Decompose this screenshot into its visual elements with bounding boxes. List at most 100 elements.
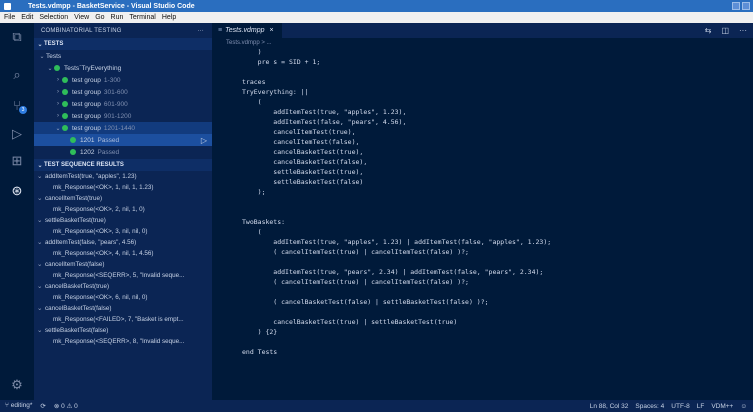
result-response: mk_Response(<SEQERR>, 5, "Invalid seque.… xyxy=(53,272,185,279)
search-icon[interactable]: ⌕ xyxy=(8,67,26,83)
results-list: ⌄ addItemTest(true, "apples", 1.23) mk_Re… xyxy=(34,171,212,347)
result-call[interactable]: ⌄ cancelItemTest(true) xyxy=(34,193,212,204)
code-line: addItemTest(true, "pears", 2.34) | addIt… xyxy=(242,268,544,276)
result-response: mk_Response(<OK>, 6, nil, nil, 0) xyxy=(53,294,148,301)
tree-item-test-group[interactable]: ⌄ test group 1201-1440 xyxy=(34,122,212,134)
code-line: traces xyxy=(242,78,266,86)
menu-bar: File Edit Selection View Go Run Terminal… xyxy=(0,12,753,23)
tree-item-trace[interactable]: ⌄ Tests`TryEverything xyxy=(34,62,212,74)
extensions-icon[interactable]: ⊞ xyxy=(8,153,26,169)
menu-go[interactable]: Go xyxy=(95,14,104,21)
tree-item-test-group[interactable]: › test group 901-1200 xyxy=(34,110,212,122)
tree-item-test-case[interactable]: 1201 Passed ▷ xyxy=(34,134,212,146)
results-section-header[interactable]: ⌄ TEST SEQUENCE RESULTS xyxy=(34,159,212,171)
code-line: ( cancelBasketTest(false) | settleBasket… xyxy=(242,298,489,306)
restore-button[interactable] xyxy=(742,2,750,10)
code-line: cancelBasketTest(false), xyxy=(242,158,368,166)
tree-item-test-case[interactable]: 1202 Passed xyxy=(34,146,212,158)
split-editor-icon[interactable]: ◫ xyxy=(721,26,729,35)
status-bar: ⑂ editing* ⟳ ⊗ 0 ⚠ 0 Ln 88, Col 32 Space… xyxy=(0,400,753,412)
end-of-line[interactable]: LF xyxy=(697,403,705,410)
chevron-down-icon: ⌄ xyxy=(37,162,43,169)
feedback-icon[interactable]: ☺ xyxy=(740,403,747,410)
tests-section-header[interactable]: ⌄ TESTS xyxy=(34,38,212,50)
chevron-right-icon: › xyxy=(57,89,59,95)
code-line: end Tests xyxy=(242,348,278,356)
run-debug-icon[interactable]: ▷ xyxy=(8,126,26,142)
menu-help[interactable]: Help xyxy=(162,14,176,21)
code-line: addItemTest(true, "apples", 1.23) | addI… xyxy=(242,238,552,246)
menu-file[interactable]: File xyxy=(4,14,15,21)
result-call[interactable]: ⌄ settleBasketTest(true) xyxy=(34,215,212,226)
run-test-icon[interactable]: ▷ xyxy=(201,136,207,145)
chevron-down-icon: ⌄ xyxy=(47,65,53,72)
language-mode[interactable]: VDM++ xyxy=(711,403,733,410)
code-line: settleBasketTest(true), xyxy=(242,168,364,176)
code-line: settleBasketTest(false) xyxy=(242,178,364,186)
code-line: cancelItemTest(true), xyxy=(242,128,356,136)
window-title: Tests.vdmpp - BasketService - Visual Stu… xyxy=(28,2,195,10)
breadcrumb[interactable]: Tests.vdmpp > ... xyxy=(212,38,753,47)
result-call[interactable]: ⌄ addItemTest(true, "apples", 1.23) xyxy=(34,171,212,182)
code-line: pre s = SID + 1; xyxy=(242,58,321,66)
problems-indicator[interactable]: ⊗ 0 ⚠ 0 xyxy=(54,402,78,410)
chevron-down-icon: ⌄ xyxy=(39,53,45,60)
sidebar-header: COMBINATORIAL TESTING ··· xyxy=(34,23,212,38)
code-line: ); xyxy=(242,188,266,196)
menu-edit[interactable]: Edit xyxy=(21,14,33,21)
code-line: ) {2} xyxy=(242,328,278,336)
result-response: mk_Response(<SEQERR>, 8, "Invalid seque.… xyxy=(53,338,185,345)
result-call[interactable]: ⌄ cancelItemTest(false) xyxy=(34,259,212,270)
result-call[interactable]: ⌄ cancelBasketTest(false) xyxy=(34,303,212,314)
cursor-position[interactable]: Ln 88, Col 32 xyxy=(590,403,629,410)
tree-item-test-group[interactable]: › test group 301-600 xyxy=(34,86,212,98)
passed-status-icon xyxy=(54,65,60,71)
source-control-badge: 3 xyxy=(19,106,27,114)
passed-status-icon xyxy=(62,101,68,107)
activity-bar: ⧉ ⌕ ⑂ 3 ▷ ⊞ ⊛ ⚙ xyxy=(0,23,34,400)
sidebar: COMBINATORIAL TESTING ··· ⌄ TESTS ⌄ Test… xyxy=(34,23,212,400)
editor-area: ≡ Tests.vdmpp × ⇆ ◫ ··· Tests.vdmpp > ..… xyxy=(212,23,753,400)
tab-bar: ≡ Tests.vdmpp × ⇆ ◫ ··· xyxy=(212,23,753,38)
code-line: ( cancelItemTest(true) | cancelItemTest(… xyxy=(242,248,469,256)
result-call[interactable]: ⌄ addItemTest(false, "pears", 4.56) xyxy=(34,237,212,248)
menu-terminal[interactable]: Terminal xyxy=(129,14,155,21)
menu-run[interactable]: Run xyxy=(111,14,124,21)
chevron-down-icon: ⌄ xyxy=(37,261,43,268)
code-editor[interactable]: ) pre s = SID + 1; traces TryEverything:… xyxy=(212,47,753,357)
tab-tests-vdmpp[interactable]: ≡ Tests.vdmpp × xyxy=(212,23,282,38)
encoding[interactable]: UTF-8 xyxy=(671,403,689,410)
sync-icon[interactable]: ⟳ xyxy=(40,402,45,410)
passed-status-icon xyxy=(70,149,76,155)
tree-item-test-group[interactable]: › test group 1-300 xyxy=(34,74,212,86)
code-line: TryEverything: || xyxy=(242,88,309,96)
combinatorial-testing-icon[interactable]: ⊛ xyxy=(8,183,26,199)
branch-indicator[interactable]: ⑂ editing* xyxy=(5,402,32,410)
passed-status-icon xyxy=(62,77,68,83)
indentation[interactable]: Spaces: 4 xyxy=(635,403,664,410)
chevron-down-icon: ⌄ xyxy=(37,217,43,224)
code-line: cancelBasketTest(true) | settleBasketTes… xyxy=(242,318,458,326)
tree-item-test-group[interactable]: › test group 601-900 xyxy=(34,98,212,110)
code-line: addItemTest(true, "apples", 1.23), xyxy=(242,108,407,116)
code-line: ( cancelItemTest(true) | cancelItemTest(… xyxy=(242,278,469,286)
tree-item-tests[interactable]: ⌄ Tests xyxy=(34,50,212,62)
menu-view[interactable]: View xyxy=(74,14,89,21)
compare-changes-icon[interactable]: ⇆ xyxy=(705,26,712,35)
more-actions-icon[interactable]: ··· xyxy=(197,28,204,34)
result-call[interactable]: ⌄ cancelBasketTest(true) xyxy=(34,281,212,292)
minimize-button[interactable] xyxy=(732,2,740,10)
settings-gear-icon[interactable]: ⚙ xyxy=(8,377,26,393)
explorer-icon[interactable]: ⧉ xyxy=(8,29,26,45)
more-actions-icon[interactable]: ··· xyxy=(739,26,747,35)
chevron-right-icon: › xyxy=(57,101,59,107)
result-response: mk_Response(<OK>, 2, nil, 1, 0) xyxy=(53,206,145,213)
chevron-down-icon: ⌄ xyxy=(37,195,43,202)
code-line: ) xyxy=(242,48,262,56)
result-call[interactable]: ⌄ settleBasketTest(false) xyxy=(34,325,212,336)
menu-selection[interactable]: Selection xyxy=(39,14,68,21)
close-icon[interactable]: × xyxy=(270,27,274,34)
